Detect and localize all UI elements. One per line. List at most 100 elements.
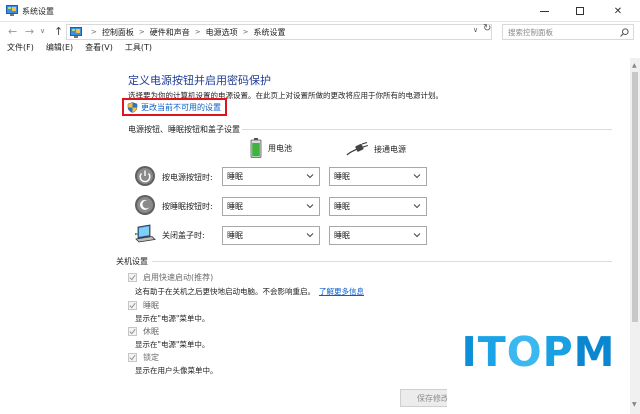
sleep-button-plugged-select[interactable]: 睡眠: [329, 197, 427, 216]
battery-icon: [250, 138, 262, 158]
title-bar: 系统设置 ✕: [0, 0, 640, 22]
select-value: 睡眠: [334, 202, 350, 211]
breadcrumb-system-settings[interactable]: 系统设置: [254, 27, 286, 38]
sleep-checkbox[interactable]: 睡眠: [128, 300, 159, 311]
address-dropdown-button[interactable]: ∨: [473, 26, 478, 34]
select-value: 睡眠: [227, 231, 243, 240]
power-button-label: 按电源按钮时:: [162, 173, 213, 182]
checkmark-icon: [129, 302, 136, 309]
scrollbar-thumb[interactable]: [632, 72, 638, 322]
section-divider: [242, 129, 612, 130]
menu-edit[interactable]: 编辑(E): [46, 42, 73, 57]
breadcrumb-power-options[interactable]: 电源选项: [206, 27, 238, 38]
power-button-plugged-select[interactable]: 睡眠: [329, 167, 427, 186]
forward-button[interactable]: →: [25, 25, 34, 38]
page-title: 定义电源按钮并启用密码保护: [128, 74, 271, 87]
fast-startup-checkbox[interactable]: 启用快速启动(推荐): [128, 272, 213, 283]
refresh-button[interactable]: ↻: [483, 23, 491, 34]
address-row: ← → ∨ ↑ > 控制面板 > 硬件和声音 > 电源选项 > 系统设置 ∨ ↻: [0, 22, 640, 42]
watermark-letter: O: [506, 328, 543, 376]
chevron-down-icon: [413, 233, 421, 238]
address-bar[interactable]: > 控制面板 > 硬件和声音 > 电源选项 > 系统设置: [66, 24, 492, 40]
sleep-label: 睡眠: [143, 301, 159, 310]
battery-column-label: 用电池: [268, 143, 292, 153]
menu-view[interactable]: 查看(V): [85, 42, 113, 57]
breadcrumb-separator: >: [91, 28, 97, 36]
chevron-down-icon: [306, 174, 314, 179]
minimize-button[interactable]: [528, 0, 560, 22]
menu-bar: 文件(F) 编辑(E) 查看(V) 工具(T): [0, 42, 640, 57]
checkbox-box: [128, 301, 137, 310]
fast-startup-label: 启用快速启动(推荐): [143, 273, 214, 282]
up-button[interactable]: ↑: [54, 25, 63, 38]
breadcrumb-hardware-sound[interactable]: 硬件和声音: [150, 27, 190, 38]
checkmark-icon: [129, 354, 136, 361]
select-value: 睡眠: [334, 172, 350, 181]
plugged-column-label: 接通电源: [374, 144, 406, 154]
lid-close-plugged-select[interactable]: 睡眠: [329, 226, 427, 245]
hibernate-description: 显示在"电源"菜单中。: [135, 340, 210, 349]
select-value: 睡眠: [334, 231, 350, 240]
chevron-down-icon: [306, 204, 314, 209]
maximize-icon: [576, 7, 584, 15]
chevron-down-icon: [306, 233, 314, 238]
menu-tools[interactable]: 工具(T): [125, 42, 152, 57]
close-button[interactable]: ✕: [602, 0, 634, 22]
change-unavailable-settings-link[interactable]: 更改当前不可用的设置: [141, 102, 221, 113]
hibernate-label: 休眠: [143, 327, 159, 336]
vertical-scrollbar[interactable]: ▲ ▼: [630, 58, 640, 414]
lock-label: 锁定: [143, 353, 159, 362]
search-icon: [620, 28, 629, 37]
chevron-down-icon: [413, 204, 421, 209]
search-box: [502, 24, 634, 40]
power-button-battery-select[interactable]: 睡眠: [222, 167, 320, 186]
hibernate-checkbox[interactable]: 休眠: [128, 326, 159, 337]
select-value: 睡眠: [227, 202, 243, 211]
shutdown-section-title: 关机设置: [116, 257, 148, 266]
watermark-letter: I: [461, 328, 478, 376]
plugged-column-header: 接通电源: [346, 142, 406, 156]
select-value: 睡眠: [227, 172, 243, 181]
checkmark-icon: [129, 274, 136, 281]
scroll-up-icon[interactable]: ▲: [632, 62, 637, 69]
maximize-button[interactable]: [564, 0, 596, 22]
lock-description: 显示在用户头像菜单中。: [135, 366, 218, 375]
menu-file[interactable]: 文件(F): [7, 42, 34, 57]
breadcrumb-separator: >: [194, 28, 201, 36]
control-panel-icon: [6, 5, 18, 16]
fast-startup-description-text: 这有助于在关机之后更快地启动电脑。不会影响重启。: [135, 287, 315, 296]
breadcrumb-control-panel[interactable]: 控制面板: [102, 27, 134, 38]
breadcrumb-separator: >: [138, 28, 145, 36]
back-button[interactable]: ←: [8, 25, 17, 38]
recent-locations-button[interactable]: ∨: [40, 27, 45, 35]
scroll-down-icon[interactable]: ▼: [632, 401, 637, 408]
power-button-icon: [135, 166, 155, 186]
search-input[interactable]: [508, 27, 620, 37]
sleep-button-icon: [135, 195, 155, 215]
breadcrumb-separator: >: [242, 28, 249, 36]
uac-shield-icon: [127, 101, 138, 113]
power-plug-icon: [346, 142, 368, 156]
lid-close-battery-select[interactable]: 睡眠: [222, 226, 320, 245]
sleep-button-label: 按睡眠按钮时:: [162, 202, 213, 211]
checkbox-box: [128, 353, 137, 362]
close-icon: ✕: [613, 5, 623, 17]
change-settings-highlight: 更改当前不可用的设置: [122, 98, 227, 116]
watermark-letter: T: [477, 328, 507, 376]
learn-more-link[interactable]: 了解更多信息: [319, 287, 364, 296]
itopm-watermark: ITOPM: [447, 290, 630, 414]
checkbox-box: [128, 327, 137, 336]
minimize-icon: [539, 10, 549, 12]
sleep-description: 显示在"电源"菜单中。: [135, 314, 210, 323]
checkmark-icon: [129, 328, 136, 335]
section-divider: [152, 261, 612, 262]
laptop-lid-icon: [135, 224, 156, 243]
control-panel-icon: [70, 26, 82, 38]
lock-checkbox[interactable]: 锁定: [128, 352, 159, 363]
sleep-button-battery-select[interactable]: 睡眠: [222, 197, 320, 216]
watermark-letter: P: [542, 328, 574, 376]
checkbox-box: [128, 273, 137, 282]
fast-startup-description: 这有助于在关机之后更快地启动电脑。不会影响重启。 了解更多信息: [135, 286, 364, 297]
battery-column-header: 用电池: [250, 138, 292, 158]
watermark-letter: M: [573, 328, 616, 376]
